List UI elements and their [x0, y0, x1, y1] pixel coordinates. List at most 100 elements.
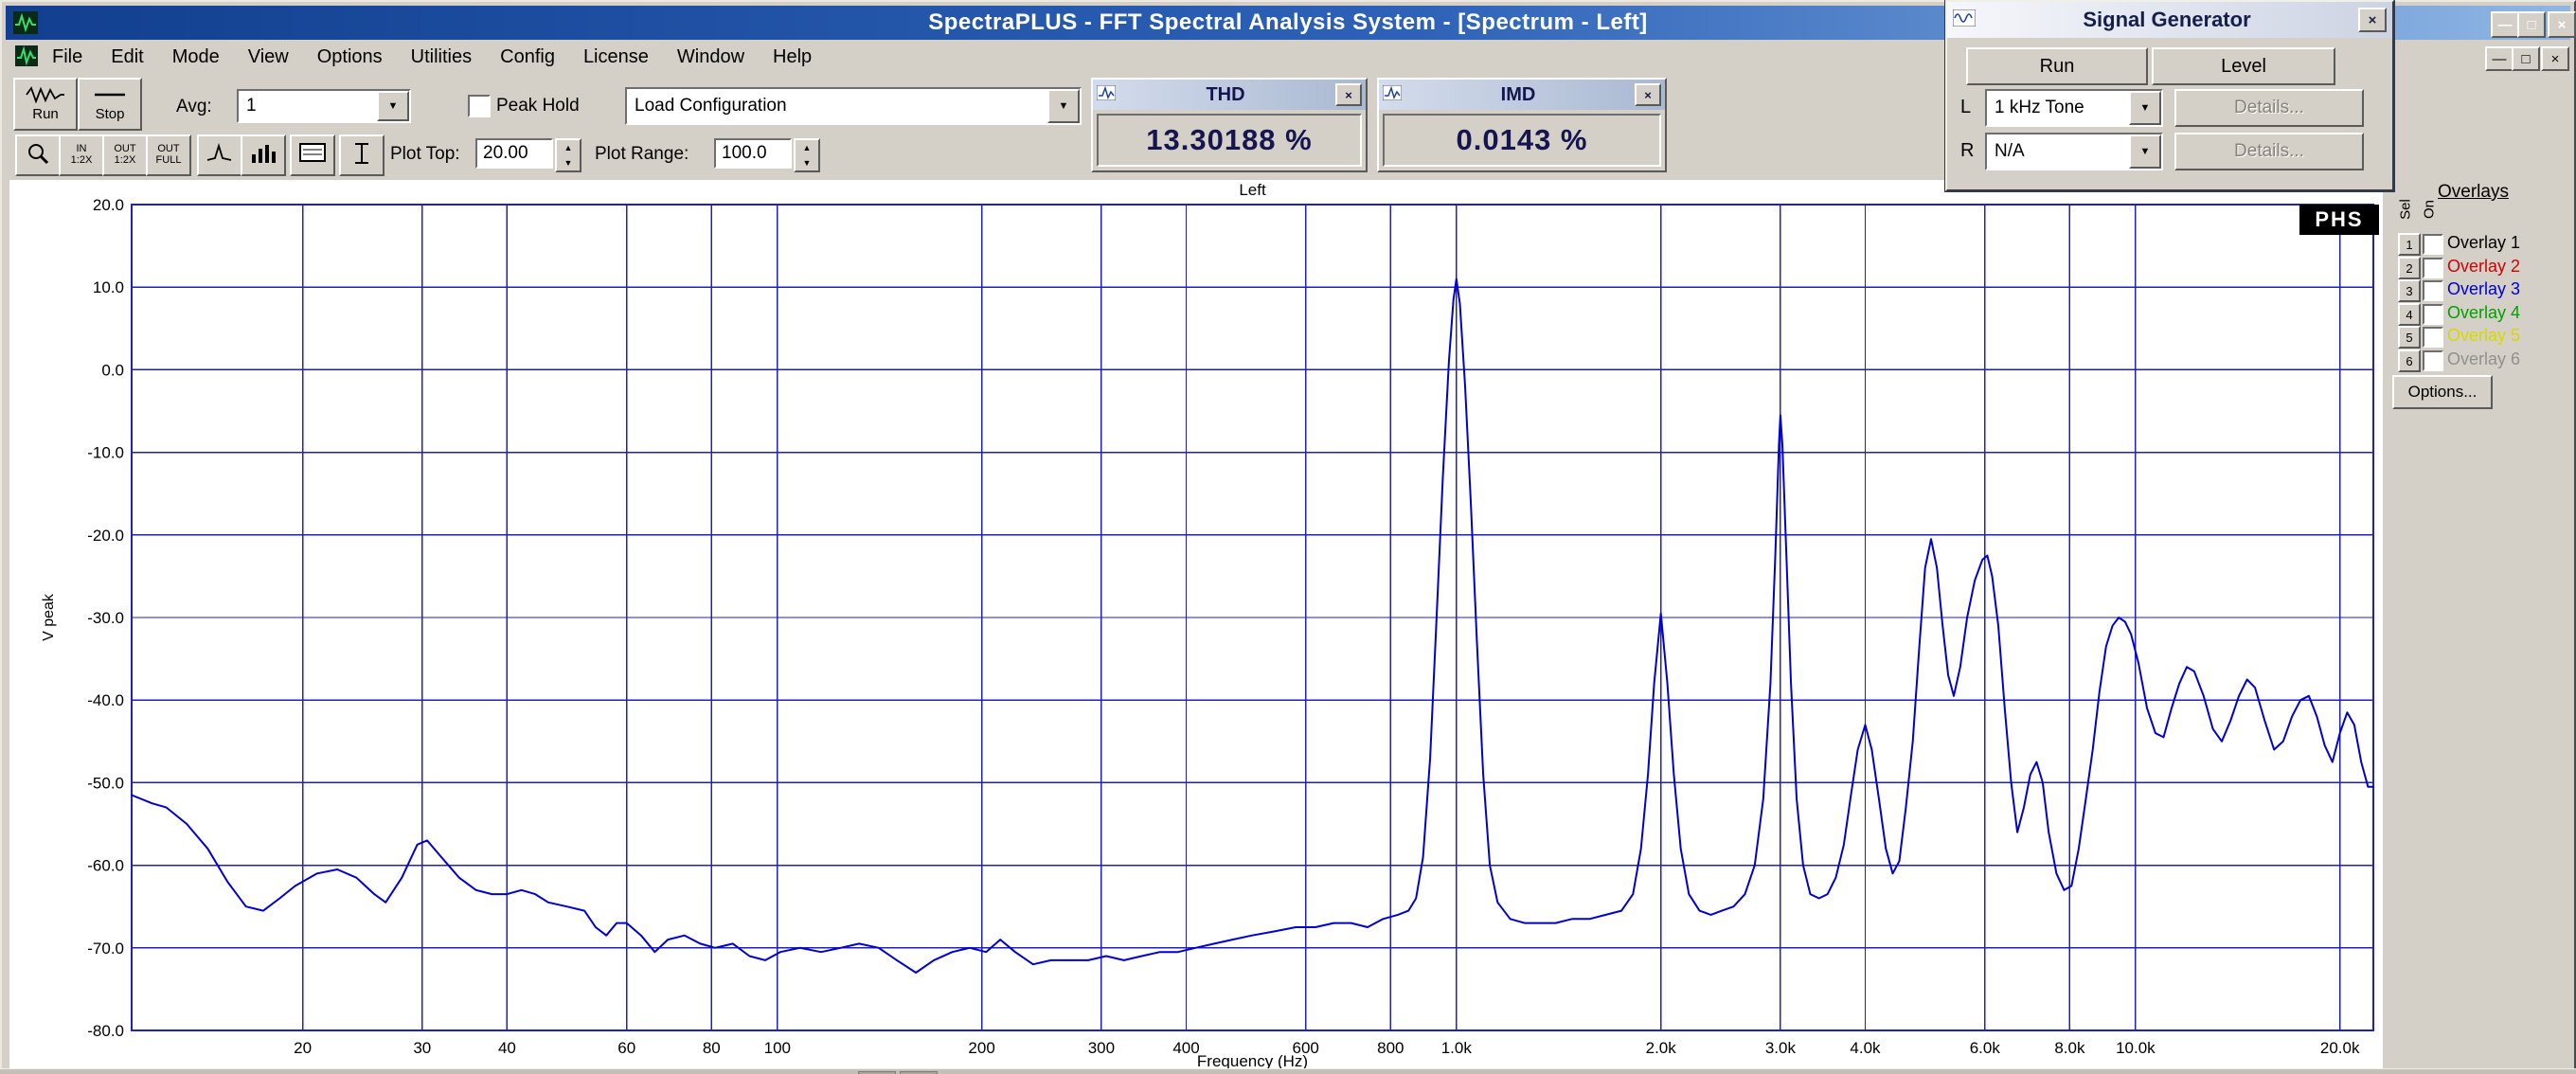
spectrum-chart[interactable]: 20304060801002003004006008001.0k2.0k3.0k…	[9, 180, 2383, 1072]
overlay-4-select-button[interactable]: 4	[2398, 303, 2421, 326]
menu-utilities[interactable]: Utilities	[397, 43, 486, 72]
overlay-1-select-button[interactable]: 1	[2398, 233, 2421, 256]
imd-panel-close-icon[interactable]: ×	[1635, 83, 1661, 106]
zoom-out-button[interactable]: OUT 1:2X	[102, 134, 148, 176]
right-channel-label: R	[1960, 140, 1974, 162]
signal-generator-level-button[interactable]: Level	[2152, 47, 2335, 85]
overlay-5-label: Overlay 5	[2447, 326, 2520, 345]
load-configuration-combo[interactable]: Load Configuration ▼	[625, 87, 1082, 125]
peak-curve-button[interactable]	[197, 134, 242, 176]
svg-text:20: 20	[294, 1039, 312, 1057]
signal-generator-run-button[interactable]: Run	[1966, 47, 2148, 85]
zoom-button[interactable]	[15, 134, 61, 176]
overlay-3-on-checkbox[interactable]	[2423, 280, 2443, 301]
avg-combo-value: 1	[239, 96, 377, 116]
plot-top-input[interactable]	[475, 138, 553, 169]
overlay-2-select-button[interactable]: 2	[2398, 257, 2421, 279]
svg-text:100: 100	[764, 1039, 791, 1057]
marker-button[interactable]	[339, 134, 385, 176]
menu-options[interactable]: Options	[303, 43, 397, 72]
overlay-6-select-button[interactable]: 6	[2398, 349, 2421, 372]
svg-text:3.0k: 3.0k	[1765, 1039, 1797, 1057]
zoom-in-button[interactable]: IN 1:2X	[59, 134, 104, 176]
display-settings-button[interactable]	[290, 134, 335, 176]
run-button[interactable]: Run	[13, 78, 78, 131]
thd-panel-close-icon[interactable]: ×	[1335, 83, 1362, 106]
child-close-button[interactable]: ×	[2541, 46, 2569, 71]
bar-display-button[interactable]	[241, 134, 286, 176]
phs-logo: PHS	[2299, 205, 2379, 235]
overlay-5-select-button[interactable]: 5	[2398, 326, 2421, 349]
plot-top-spin-up-icon[interactable]: ▲	[557, 140, 580, 155]
imd-panel-titlebar[interactable]: IMD ×	[1379, 80, 1665, 110]
overlay-row-6: 6 Overlay 6	[2398, 349, 2574, 368]
signal-generator-title: Signal Generator	[1976, 8, 2358, 32]
overlay-5-on-checkbox[interactable]	[2423, 327, 2443, 348]
svg-text:-40.0: -40.0	[87, 691, 124, 709]
minimize-button[interactable]: —	[2491, 11, 2519, 38]
avg-combo[interactable]: 1 ▼	[237, 89, 411, 123]
overlay-3-select-button[interactable]: 3	[2398, 279, 2421, 302]
overlay-1-on-checkbox[interactable]	[2423, 234, 2443, 255]
svg-text:-30.0: -30.0	[87, 609, 124, 627]
overlay-4-on-checkbox[interactable]	[2423, 304, 2443, 325]
signal-generator-titlebar[interactable]: Signal Generator ×	[1947, 2, 2392, 38]
plot-range-input[interactable]	[714, 138, 792, 169]
right-details-button[interactable]: Details...	[2174, 133, 2364, 170]
plot-range-spin-up-icon[interactable]: ▲	[796, 140, 818, 155]
signal-generator-icon	[1953, 8, 1976, 32]
maximize-button[interactable]: □	[2517, 11, 2546, 38]
menu-config[interactable]: Config	[486, 43, 569, 72]
child-restore-button[interactable]: □	[2512, 46, 2540, 71]
thd-panel-title: THD	[1116, 84, 1335, 106]
y-axis-label: V peak	[41, 593, 57, 641]
avg-combo-arrow-icon[interactable]: ▼	[377, 91, 409, 121]
svg-text:-70.0: -70.0	[87, 940, 124, 958]
plot-top-spin-down-icon[interactable]: ▼	[557, 155, 580, 170]
close-button[interactable]: ×	[2548, 11, 2576, 38]
overlay-row-4: 4 Overlay 4	[2398, 303, 2574, 322]
overlay-2-on-checkbox[interactable]	[2423, 258, 2443, 278]
menu-file[interactable]: File	[38, 43, 97, 72]
zoom-full-button[interactable]: OUT FULL	[146, 134, 191, 176]
load-configuration-arrow-icon[interactable]: ▼	[1047, 89, 1080, 123]
plot-top-spinner[interactable]: ▲ ▼	[555, 138, 581, 172]
svg-text:6.0k: 6.0k	[1970, 1039, 2001, 1057]
left-details-button[interactable]: Details...	[2174, 89, 2364, 127]
stop-button[interactable]: Stop	[78, 78, 142, 131]
thd-value: 13.30188 %	[1097, 114, 1362, 167]
svg-text:200: 200	[968, 1039, 994, 1057]
left-signal-arrow-icon[interactable]: ▼	[2129, 91, 2161, 125]
plot-range-spinner[interactable]: ▲ ▼	[794, 138, 820, 172]
overlays-title: Overlays	[2438, 182, 2509, 203]
right-signal-combo[interactable]: N/A ▼	[1985, 133, 2163, 170]
axis-labels: 20304060801002003004006008001.0k2.0k3.0k…	[87, 196, 2360, 1057]
menu-view[interactable]: View	[234, 43, 303, 72]
overlay-3-label: Overlay 3	[2447, 279, 2520, 298]
chart-title: Left	[1239, 181, 1266, 199]
signal-generator-close-icon[interactable]: ×	[2358, 8, 2387, 32]
svg-text:-80.0: -80.0	[87, 1022, 124, 1040]
spectrum-plot-area[interactable]: 20304060801002003004006008001.0k2.0k3.0k…	[9, 180, 2383, 1072]
right-signal-arrow-icon[interactable]: ▼	[2129, 134, 2161, 169]
overlay-6-on-checkbox[interactable]	[2423, 350, 2443, 371]
child-window-icon[interactable]	[15, 45, 38, 66]
svg-text:2.0k: 2.0k	[1646, 1039, 1677, 1057]
svg-text:10.0k: 10.0k	[2116, 1039, 2156, 1057]
svg-text:-50.0: -50.0	[87, 774, 124, 792]
menu-edit[interactable]: Edit	[97, 43, 157, 72]
menu-window[interactable]: Window	[663, 43, 759, 72]
right-signal-value: N/A	[1987, 141, 2129, 162]
overlays-options-button[interactable]: Options...	[2392, 375, 2493, 409]
peak-hold-checkbox[interactable]	[468, 95, 491, 117]
signal-generator-window: Signal Generator × Run Level L 1 kHz Ton…	[1945, 0, 2394, 191]
thd-panel-titlebar[interactable]: THD ×	[1093, 80, 1366, 110]
menu-license[interactable]: License	[569, 43, 663, 72]
plot-range-spin-down-icon[interactable]: ▼	[796, 155, 818, 170]
overlay-1-label: Overlay 1	[2447, 233, 2520, 252]
menu-help[interactable]: Help	[759, 43, 826, 72]
menu-mode[interactable]: Mode	[158, 43, 234, 72]
stop-icon	[89, 86, 131, 107]
left-signal-combo[interactable]: 1 kHz Tone ▼	[1985, 89, 2163, 127]
child-minimize-button[interactable]: —	[2485, 46, 2513, 71]
